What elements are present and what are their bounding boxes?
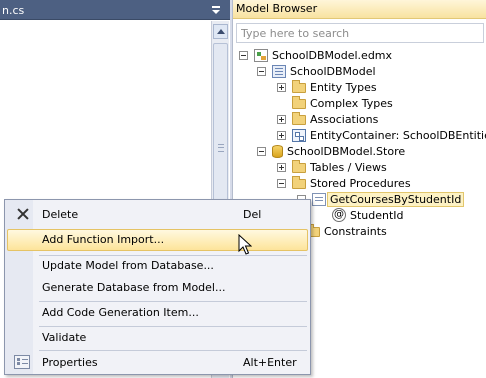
tree-item-schooldbmodel[interactable]: SchoolDBModel	[257, 63, 376, 79]
collapse-icon[interactable]	[239, 50, 248, 60]
tree-item-studentid[interactable]: @ StudentId	[317, 207, 404, 223]
expand-icon[interactable]	[277, 82, 286, 92]
folder-icon	[292, 160, 306, 173]
menu-item-label: Update Model from Database...	[42, 259, 214, 272]
tree-item-label: SchoolDBModel.Store	[287, 144, 406, 158]
edmx-icon	[254, 48, 268, 62]
tree-item-label: Stored Procedures	[310, 176, 411, 190]
tree-item-label: EntityContainer: SchoolDBEntities4	[310, 128, 486, 142]
expand-icon[interactable]	[277, 130, 286, 140]
menu-item-shortcut: Del	[243, 208, 262, 221]
menu-item-add-function-import[interactable]: Add Function Import...	[7, 229, 308, 251]
tree-item-associations[interactable]: Associations	[277, 111, 378, 127]
tab-dropdown-icon[interactable]	[208, 2, 224, 17]
collapse-icon[interactable]	[257, 146, 266, 156]
database-icon	[272, 144, 283, 158]
expand-icon[interactable]	[277, 114, 286, 124]
tree-item-stored-procedures[interactable]: Stored Procedures	[277, 175, 411, 191]
scrollbar-grip-icon	[218, 144, 224, 152]
folder-icon	[292, 96, 306, 109]
menu-item-delete[interactable]: Delete Del	[7, 204, 308, 226]
menu-item-properties[interactable]: Properties Alt+Enter	[7, 352, 308, 374]
tree-item-label: Entity Types	[310, 80, 377, 94]
tree-item-label: GetCoursesByStudentId	[327, 191, 465, 207]
menu-item-label: Add Function Import...	[42, 233, 165, 246]
stored-procedure-icon	[312, 192, 326, 206]
model-browser-title: Model Browser	[236, 2, 318, 15]
editor-tab[interactable]: n.cs	[0, 3, 24, 19]
tree-item-label: Constraints	[324, 224, 387, 238]
conceptual-model-icon	[272, 64, 286, 78]
menu-item-validate[interactable]: Validate	[7, 327, 308, 349]
expand-icon[interactable]	[277, 162, 286, 172]
tree-item-schooldbmodel-edmx[interactable]: SchoolDBModel.edmx	[239, 47, 392, 63]
tree-item-label: SchoolDBModel.edmx	[272, 48, 393, 62]
properties-icon	[14, 355, 30, 369]
menu-item-update-model-from-database[interactable]: Update Model from Database...	[7, 255, 308, 277]
tree-item-label: SchoolDBModel	[290, 64, 376, 78]
menu-item-shortcut: Alt+Enter	[243, 356, 297, 369]
menu-item-label: Properties	[42, 356, 98, 369]
model-browser-title-bar[interactable]: Model Browser	[233, 0, 486, 19]
tree-item-entity-types[interactable]: Entity Types	[277, 79, 377, 95]
mouse-pointer-icon	[238, 234, 252, 255]
folder-icon	[292, 176, 306, 189]
model-browser-search-input[interactable]	[236, 23, 484, 43]
tree-item-tables-views[interactable]: Tables / Views	[277, 159, 387, 175]
menu-item-label: Validate	[42, 331, 87, 344]
tree-item-label: Complex Types	[310, 96, 393, 110]
tree-item-label: Associations	[310, 112, 379, 126]
folder-icon	[292, 80, 306, 93]
scroll-up-arrow-icon[interactable]	[213, 24, 228, 39]
folder-icon	[292, 112, 306, 125]
tree-item-complex-types[interactable]: Complex Types	[277, 95, 393, 111]
menu-item-label: Add Code Generation Item...	[42, 306, 199, 319]
tree-item-getcoursesbystudentid[interactable]: GetCoursesByStudentId	[297, 191, 465, 207]
tree-item-label: StudentId	[350, 208, 404, 222]
menu-item-generate-database-from-model[interactable]: Generate Database from Model...	[7, 277, 308, 299]
context-menu: Delete Del Add Function Import... Update…	[4, 199, 311, 375]
tree-item-entity-container[interactable]: EntityContainer: SchoolDBEntities4	[277, 127, 486, 143]
collapse-icon[interactable]	[277, 178, 286, 188]
collapse-icon[interactable]	[257, 66, 266, 76]
tree-item-label: Tables / Views	[310, 160, 387, 174]
menu-item-add-code-generation-item[interactable]: Add Code Generation Item...	[7, 302, 308, 324]
menu-item-label: Delete	[42, 208, 79, 221]
editor-tab-bar: n.cs	[0, 0, 230, 20]
delete-icon	[17, 208, 29, 220]
tree-item-schooldbmodel-store[interactable]: SchoolDBModel.Store	[257, 143, 405, 159]
parameter-icon: @	[332, 208, 346, 222]
menu-separator	[39, 350, 307, 351]
entity-container-icon	[292, 128, 306, 142]
menu-item-label: Generate Database from Model...	[42, 281, 226, 294]
